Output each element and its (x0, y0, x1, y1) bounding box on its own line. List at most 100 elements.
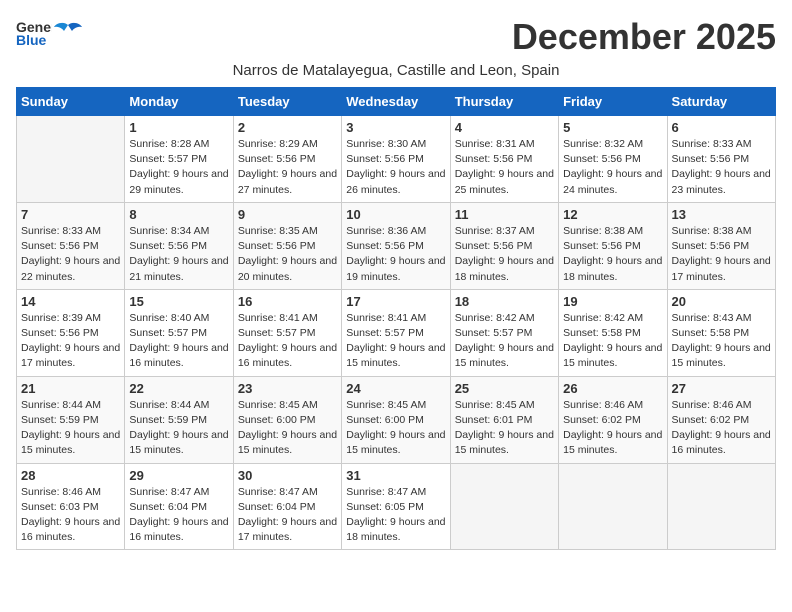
day-info: Sunrise: 8:45 AM Sunset: 6:00 PM Dayligh… (238, 398, 337, 459)
calendar-cell: 6 Sunrise: 8:33 AM Sunset: 5:56 PM Dayli… (667, 116, 775, 203)
daylight-text: Daylight: 9 hours and 15 minutes. (563, 341, 662, 371)
daylight-text: Daylight: 9 hours and 24 minutes. (563, 167, 662, 197)
sunset-text: Sunset: 5:56 PM (455, 152, 554, 167)
calendar-cell: 7 Sunrise: 8:33 AM Sunset: 5:56 PM Dayli… (17, 202, 125, 289)
calendar-cell (559, 463, 667, 550)
sunset-text: Sunset: 5:56 PM (346, 239, 445, 254)
day-number: 9 (238, 207, 337, 222)
sunset-text: Sunset: 5:56 PM (238, 152, 337, 167)
day-number: 10 (346, 207, 445, 222)
daylight-text: Daylight: 9 hours and 18 minutes. (563, 254, 662, 284)
sunset-text: Sunset: 6:00 PM (346, 413, 445, 428)
calendar-week-row: 14 Sunrise: 8:39 AM Sunset: 5:56 PM Dayl… (17, 289, 776, 376)
calendar-cell (17, 116, 125, 203)
calendar-cell: 12 Sunrise: 8:38 AM Sunset: 5:56 PM Dayl… (559, 202, 667, 289)
sunset-text: Sunset: 6:02 PM (672, 413, 771, 428)
sunset-text: Sunset: 5:56 PM (346, 152, 445, 167)
calendar-body: 1 Sunrise: 8:28 AM Sunset: 5:57 PM Dayli… (17, 116, 776, 550)
day-info: Sunrise: 8:47 AM Sunset: 6:04 PM Dayligh… (238, 485, 337, 546)
calendar-cell: 8 Sunrise: 8:34 AM Sunset: 5:56 PM Dayli… (125, 202, 233, 289)
day-info: Sunrise: 8:46 AM Sunset: 6:02 PM Dayligh… (563, 398, 662, 459)
calendar-header-row: SundayMondayTuesdayWednesdayThursdayFrid… (17, 88, 776, 116)
calendar-week-row: 1 Sunrise: 8:28 AM Sunset: 5:57 PM Dayli… (17, 116, 776, 203)
sunrise-text: Sunrise: 8:37 AM (455, 224, 554, 239)
calendar-cell: 25 Sunrise: 8:45 AM Sunset: 6:01 PM Dayl… (450, 376, 558, 463)
day-info: Sunrise: 8:41 AM Sunset: 5:57 PM Dayligh… (346, 311, 445, 372)
daylight-text: Daylight: 9 hours and 15 minutes. (672, 341, 771, 371)
calendar-cell: 4 Sunrise: 8:31 AM Sunset: 5:56 PM Dayli… (450, 116, 558, 203)
sunrise-text: Sunrise: 8:46 AM (672, 398, 771, 413)
daylight-text: Daylight: 9 hours and 15 minutes. (238, 428, 337, 458)
sunrise-text: Sunrise: 8:45 AM (238, 398, 337, 413)
daylight-text: Daylight: 9 hours and 16 minutes. (672, 428, 771, 458)
sunrise-text: Sunrise: 8:33 AM (21, 224, 120, 239)
sunset-text: Sunset: 5:56 PM (563, 152, 662, 167)
logo: General Blue (16, 16, 82, 48)
daylight-text: Daylight: 9 hours and 21 minutes. (129, 254, 228, 284)
weekday-header-monday: Monday (125, 88, 233, 116)
day-number: 1 (129, 120, 228, 135)
day-number: 16 (238, 294, 337, 309)
calendar-cell: 1 Sunrise: 8:28 AM Sunset: 5:57 PM Dayli… (125, 116, 233, 203)
daylight-text: Daylight: 9 hours and 19 minutes. (346, 254, 445, 284)
sunset-text: Sunset: 5:57 PM (129, 326, 228, 341)
day-number: 15 (129, 294, 228, 309)
day-info: Sunrise: 8:31 AM Sunset: 5:56 PM Dayligh… (455, 137, 554, 198)
sunrise-text: Sunrise: 8:46 AM (563, 398, 662, 413)
sunset-text: Sunset: 6:02 PM (563, 413, 662, 428)
calendar-cell: 17 Sunrise: 8:41 AM Sunset: 5:57 PM Dayl… (342, 289, 450, 376)
calendar-cell: 10 Sunrise: 8:36 AM Sunset: 5:56 PM Dayl… (342, 202, 450, 289)
calendar-cell: 26 Sunrise: 8:46 AM Sunset: 6:02 PM Dayl… (559, 376, 667, 463)
day-number: 5 (563, 120, 662, 135)
daylight-text: Daylight: 9 hours and 17 minutes. (21, 341, 120, 371)
daylight-text: Daylight: 9 hours and 16 minutes. (21, 515, 120, 545)
calendar-week-row: 7 Sunrise: 8:33 AM Sunset: 5:56 PM Dayli… (17, 202, 776, 289)
calendar-cell: 3 Sunrise: 8:30 AM Sunset: 5:56 PM Dayli… (342, 116, 450, 203)
sunset-text: Sunset: 6:05 PM (346, 500, 445, 515)
day-info: Sunrise: 8:47 AM Sunset: 6:04 PM Dayligh… (129, 485, 228, 546)
daylight-text: Daylight: 9 hours and 25 minutes. (455, 167, 554, 197)
weekday-header-sunday: Sunday (17, 88, 125, 116)
sunset-text: Sunset: 5:56 PM (672, 152, 771, 167)
calendar-cell: 30 Sunrise: 8:47 AM Sunset: 6:04 PM Dayl… (233, 463, 341, 550)
calendar-cell: 16 Sunrise: 8:41 AM Sunset: 5:57 PM Dayl… (233, 289, 341, 376)
sunrise-text: Sunrise: 8:44 AM (21, 398, 120, 413)
sunset-text: Sunset: 5:59 PM (129, 413, 228, 428)
day-info: Sunrise: 8:34 AM Sunset: 5:56 PM Dayligh… (129, 224, 228, 285)
svg-text:Blue: Blue (16, 32, 47, 48)
sunset-text: Sunset: 5:56 PM (21, 326, 120, 341)
sunrise-text: Sunrise: 8:44 AM (129, 398, 228, 413)
calendar-cell: 14 Sunrise: 8:39 AM Sunset: 5:56 PM Dayl… (17, 289, 125, 376)
calendar-cell: 15 Sunrise: 8:40 AM Sunset: 5:57 PM Dayl… (125, 289, 233, 376)
sunset-text: Sunset: 6:00 PM (238, 413, 337, 428)
day-number: 23 (238, 381, 337, 396)
sunset-text: Sunset: 5:57 PM (455, 326, 554, 341)
day-number: 22 (129, 381, 228, 396)
daylight-text: Daylight: 9 hours and 27 minutes. (238, 167, 337, 197)
sunset-text: Sunset: 5:56 PM (238, 239, 337, 254)
sunset-text: Sunset: 5:58 PM (672, 326, 771, 341)
calendar-cell: 22 Sunrise: 8:44 AM Sunset: 5:59 PM Dayl… (125, 376, 233, 463)
daylight-text: Daylight: 9 hours and 16 minutes. (129, 515, 228, 545)
daylight-text: Daylight: 9 hours and 22 minutes. (21, 254, 120, 284)
calendar-cell: 23 Sunrise: 8:45 AM Sunset: 6:00 PM Dayl… (233, 376, 341, 463)
day-info: Sunrise: 8:45 AM Sunset: 6:01 PM Dayligh… (455, 398, 554, 459)
daylight-text: Daylight: 9 hours and 20 minutes. (238, 254, 337, 284)
month-title: December 2025 (512, 16, 776, 58)
sunrise-text: Sunrise: 8:46 AM (21, 485, 120, 500)
calendar-cell: 18 Sunrise: 8:42 AM Sunset: 5:57 PM Dayl… (450, 289, 558, 376)
sunset-text: Sunset: 5:56 PM (455, 239, 554, 254)
day-number: 29 (129, 468, 228, 483)
sunrise-text: Sunrise: 8:36 AM (346, 224, 445, 239)
sunrise-text: Sunrise: 8:43 AM (672, 311, 771, 326)
calendar-cell: 9 Sunrise: 8:35 AM Sunset: 5:56 PM Dayli… (233, 202, 341, 289)
sunrise-text: Sunrise: 8:38 AM (563, 224, 662, 239)
day-number: 26 (563, 381, 662, 396)
daylight-text: Daylight: 9 hours and 18 minutes. (346, 515, 445, 545)
sunrise-text: Sunrise: 8:47 AM (346, 485, 445, 500)
day-info: Sunrise: 8:36 AM Sunset: 5:56 PM Dayligh… (346, 224, 445, 285)
daylight-text: Daylight: 9 hours and 17 minutes. (672, 254, 771, 284)
calendar-cell: 28 Sunrise: 8:46 AM Sunset: 6:03 PM Dayl… (17, 463, 125, 550)
day-number: 19 (563, 294, 662, 309)
calendar-cell: 20 Sunrise: 8:43 AM Sunset: 5:58 PM Dayl… (667, 289, 775, 376)
